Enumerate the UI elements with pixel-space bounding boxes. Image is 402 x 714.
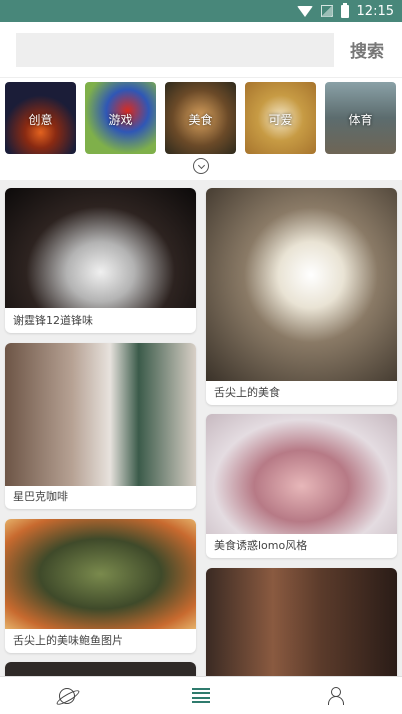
category-label: 可爱 — [268, 113, 293, 127]
category-row: 创意 游戏 美食 可爱 体育 — [5, 82, 397, 156]
status-bar: 12:15 — [0, 0, 402, 22]
feed-card[interactable] — [206, 568, 397, 676]
feed-card[interactable]: 舌尖上的美味鲍鱼图片 — [5, 519, 196, 653]
feed-card[interactable]: 美食诱惑lomo风格 — [206, 414, 397, 558]
category-label: 美食 — [188, 113, 213, 127]
image-feed[interactable]: 谢霆锋12道锋味 星巴克咖啡 舌尖上的美味鲍鱼图片 舌尖上的美食 美食诱惑lom… — [0, 180, 402, 676]
feed-card-caption: 舌尖上的美味鲍鱼图片 — [13, 634, 123, 647]
feed-card[interactable] — [5, 662, 196, 676]
signal-icon — [320, 5, 333, 17]
category-cute[interactable]: 可爱 — [245, 82, 316, 154]
tab-profile[interactable] — [315, 681, 355, 711]
tab-discover[interactable] — [47, 681, 87, 711]
feed-card[interactable]: 谢霆锋12道锋味 — [5, 188, 196, 333]
feed-card-caption: 谢霆锋12道锋味 — [13, 314, 93, 327]
tab-feed[interactable] — [181, 681, 221, 711]
category-label: 创意 — [28, 113, 53, 127]
category-creative[interactable]: 创意 — [5, 82, 76, 154]
feed-card[interactable]: 星巴克咖啡 — [5, 343, 196, 509]
feed-card-caption: 舌尖上的美食 — [214, 386, 280, 399]
feed-card-image — [5, 519, 196, 629]
bottom-tab-bar — [0, 676, 402, 714]
feed-card-image — [5, 662, 196, 676]
feed-card-image — [206, 568, 397, 676]
category-label: 游戏 — [108, 113, 133, 127]
battery-icon — [340, 2, 349, 18]
feed-card-image — [206, 188, 397, 381]
feed-card[interactable]: 舌尖上的美食 — [206, 188, 397, 405]
category-games[interactable]: 游戏 — [85, 82, 156, 154]
search-button[interactable]: 搜索 — [350, 37, 384, 62]
list-icon — [192, 687, 210, 704]
category-label: 体育 — [348, 113, 373, 127]
feed-card-caption: 星巴克咖啡 — [13, 490, 68, 503]
search-bar: 搜索 — [0, 22, 402, 78]
category-sports[interactable]: 体育 — [325, 82, 396, 154]
category-food[interactable]: 美食 — [165, 82, 236, 154]
search-input[interactable] — [16, 32, 334, 67]
status-time: 12:15 — [356, 3, 394, 19]
planet-icon — [59, 687, 75, 704]
feed-card-caption: 美食诱惑lomo风格 — [214, 539, 308, 552]
chevron-down-icon[interactable] — [193, 158, 209, 174]
feed-card-image — [5, 343, 196, 486]
user-icon — [327, 686, 344, 705]
wifi-icon — [296, 5, 313, 17]
feed-card-image — [206, 414, 397, 534]
feed-card-image — [5, 188, 196, 308]
